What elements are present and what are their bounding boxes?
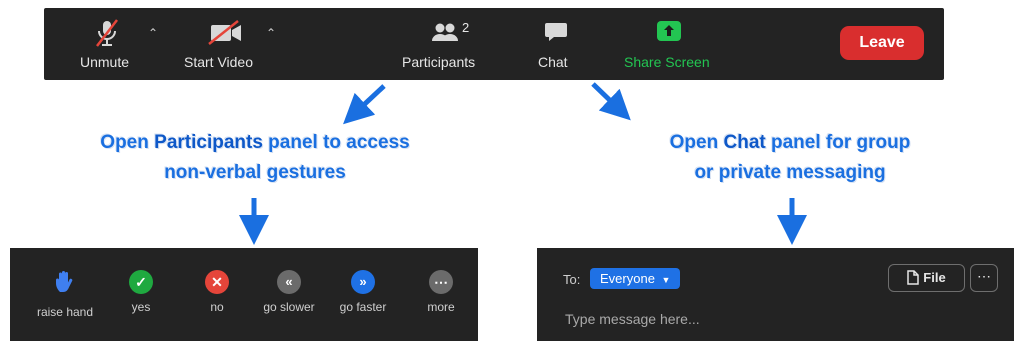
more-icon: ⋯ [429, 270, 453, 294]
recipient-value: Everyone [600, 271, 655, 286]
yes-button[interactable]: ✓ yes [106, 270, 176, 314]
rewind-icon: « [277, 270, 301, 294]
more-dots-icon: ⋯ [977, 268, 991, 284]
caret-down-icon: ▼ [661, 275, 671, 285]
fast-forward-icon: » [351, 270, 375, 294]
more-reactions-button[interactable]: ⋯ more [406, 270, 476, 314]
raise-hand-label: raise hand [36, 305, 94, 319]
chat-panel: To: Everyone ▼ File ⋯ [537, 248, 1014, 341]
x-icon: ✕ [205, 270, 229, 294]
go-slower-label: go slower [263, 300, 315, 314]
nonverbal-reactions-panel: raise hand ✓ yes ✕ no « go slower » go f… [10, 248, 478, 341]
chat-callout: Open Chat panel for group or private mes… [669, 132, 911, 183]
arrow-participants-to-callout [343, 84, 386, 125]
no-label: no [210, 300, 224, 314]
more-label: more [427, 300, 455, 314]
raise-hand-button[interactable]: raise hand [30, 270, 100, 319]
message-input[interactable] [563, 306, 987, 332]
file-button[interactable]: File [888, 264, 965, 292]
go-faster-button[interactable]: » go faster [328, 270, 398, 314]
file-icon [907, 270, 920, 285]
hand-icon [56, 271, 73, 292]
chat-more-button[interactable]: ⋯ [970, 264, 998, 292]
go-faster-label: go faster [339, 300, 387, 314]
file-label: File [923, 270, 946, 285]
participants-callout: Open Participants panel to access non-ve… [100, 132, 410, 183]
recipient-dropdown[interactable]: Everyone ▼ [590, 268, 681, 289]
to-label: To: [563, 272, 581, 287]
go-slower-button[interactable]: « go slower [254, 270, 324, 314]
no-button[interactable]: ✕ no [182, 270, 252, 314]
arrow-chat-to-callout [591, 82, 631, 121]
check-icon: ✓ [129, 270, 153, 294]
yes-label: yes [131, 300, 151, 314]
